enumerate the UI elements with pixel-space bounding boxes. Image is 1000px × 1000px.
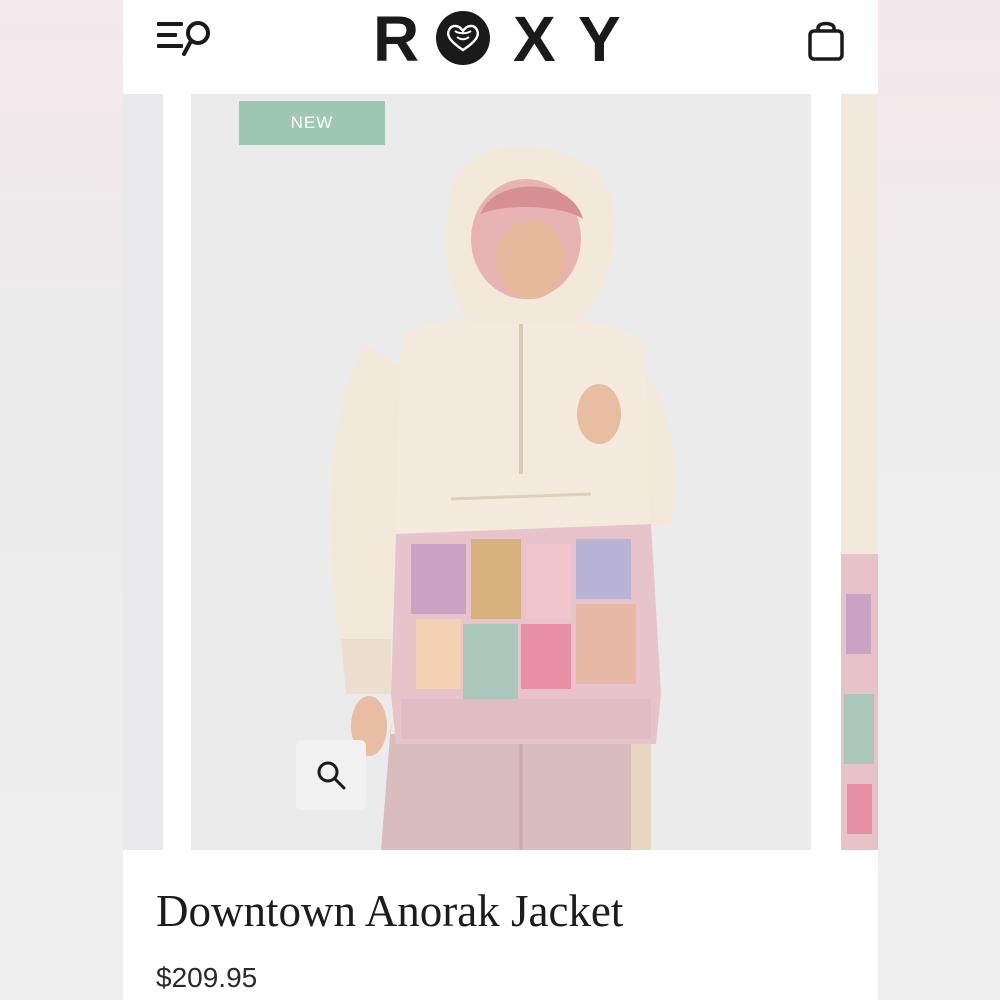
- site-header: R X Y: [123, 0, 878, 94]
- zoom-button[interactable]: [296, 740, 366, 810]
- roxy-heart-icon: [436, 11, 490, 65]
- menu-search-icon[interactable]: [156, 18, 218, 60]
- mobile-page: R X Y NEW Downtown Anorak Jacket $209.95: [123, 0, 878, 1000]
- logo-letter-y: Y: [578, 3, 621, 75]
- roxy-logo[interactable]: R X Y: [373, 3, 628, 75]
- product-price: $209.95: [156, 962, 258, 993]
- shopping-bag-icon[interactable]: [807, 18, 845, 62]
- magnifier-icon: [317, 761, 346, 790]
- product-image-carousel[interactable]: NEW: [123, 94, 878, 850]
- new-badge: NEW: [239, 101, 385, 145]
- product-title: Downtown Anorak Jacket: [156, 886, 624, 936]
- logo-letter-x: X: [513, 3, 556, 75]
- next-slide-peek[interactable]: [841, 94, 878, 850]
- logo-letter-r: R: [373, 3, 420, 75]
- product-photo[interactable]: NEW: [191, 94, 811, 850]
- previous-slide-peek[interactable]: [123, 94, 163, 850]
- left-backdrop: [0, 0, 123, 1000]
- right-backdrop: [878, 0, 1000, 1000]
- model-in-jacket-image: [330, 146, 675, 850]
- next-slide-image: [841, 94, 878, 850]
